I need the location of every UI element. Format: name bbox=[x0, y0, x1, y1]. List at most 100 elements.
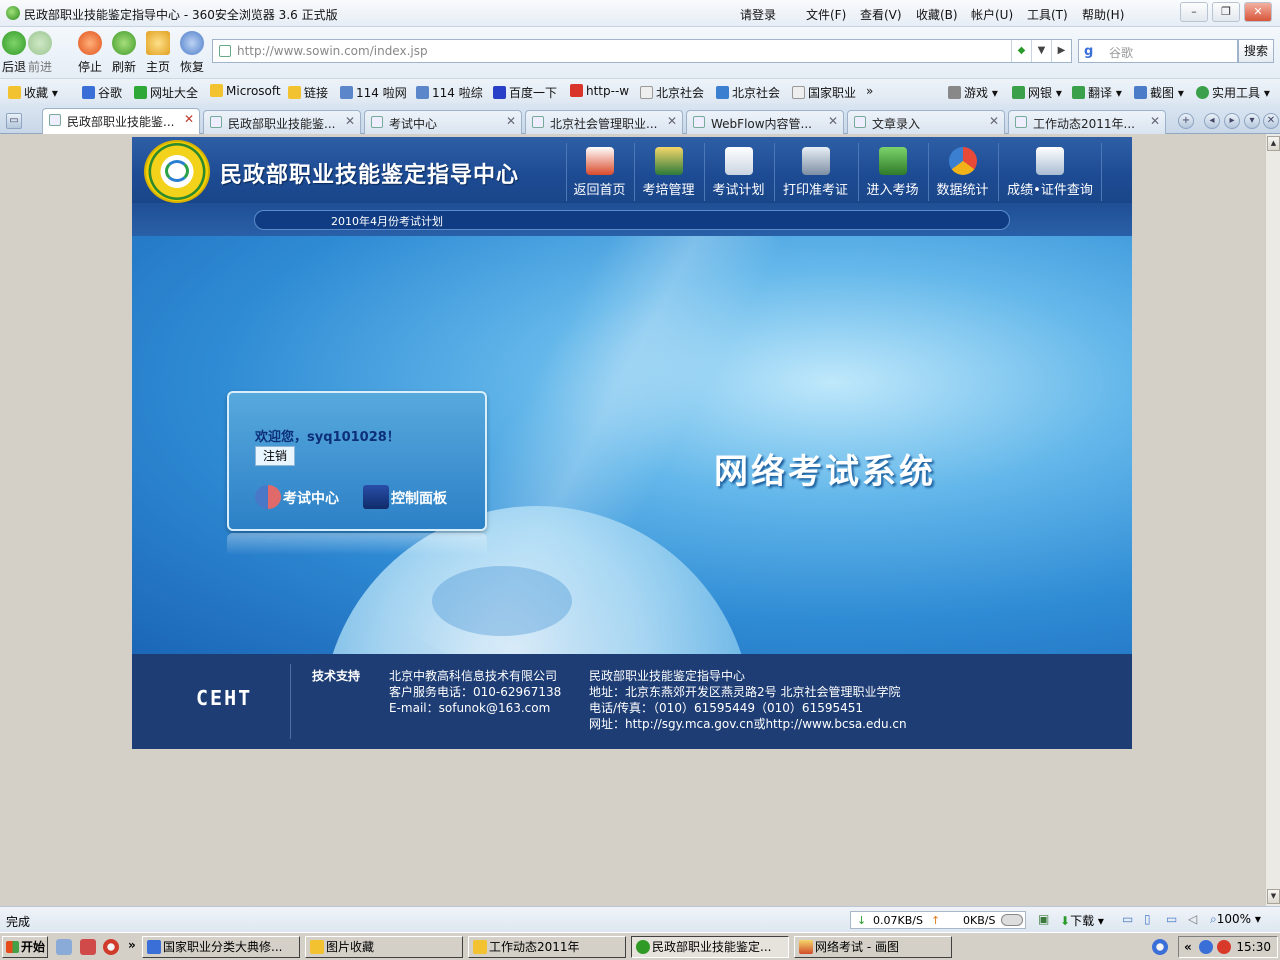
close-all-tabs-icon[interactable]: ✕ bbox=[1263, 113, 1279, 129]
quick-launch-browser-icon[interactable] bbox=[103, 939, 119, 955]
speed-toggle-switch[interactable] bbox=[1001, 914, 1023, 926]
menu-file[interactable]: 文件(F) bbox=[806, 6, 846, 23]
favorites-menu[interactable]: 收藏 ▾ bbox=[8, 84, 58, 101]
fav-google[interactable]: 谷歌 bbox=[82, 84, 122, 101]
refresh-button[interactable]: 刷新 bbox=[112, 31, 136, 75]
nav-data-statistics[interactable]: 数据统计 bbox=[928, 143, 996, 201]
tab-4[interactable]: 北京社会管理职业... ✕ bbox=[525, 110, 683, 134]
fav-baidu[interactable]: 百度一下 bbox=[493, 84, 557, 101]
quick-launch-app-icon[interactable] bbox=[80, 939, 96, 955]
window-status-icon[interactable]: ▭ bbox=[1166, 912, 1177, 926]
fav-beijing-social-2[interactable]: 北京社会 bbox=[716, 84, 780, 101]
control-panel-link[interactable]: 控制面板 bbox=[363, 485, 447, 509]
fav-microsoft[interactable]: Microsoft bbox=[210, 84, 281, 98]
back-button[interactable]: 后退 bbox=[2, 31, 26, 75]
close-tab-icon[interactable]: ✕ bbox=[506, 114, 516, 128]
close-tab-icon[interactable]: ✕ bbox=[989, 114, 999, 128]
copy-status-icon[interactable]: ▯ bbox=[1144, 912, 1151, 926]
security-shield-icon[interactable]: ◆ bbox=[1011, 40, 1031, 62]
menu-favorites[interactable]: 收藏(B) bbox=[916, 6, 958, 23]
scroll-tabs-right-icon[interactable]: ▸ bbox=[1224, 113, 1240, 129]
tool-banking[interactable]: 网银 ▾ bbox=[1012, 84, 1062, 101]
fav-url-directory[interactable]: 网址大全 bbox=[134, 84, 198, 101]
taskbar-item-2[interactable]: 图片收藏 bbox=[305, 936, 463, 958]
search-input[interactable]: 谷歌 bbox=[1109, 44, 1133, 61]
support-email[interactable]: E-mail：sofunok@163.com bbox=[389, 699, 550, 716]
tray-qq-icon[interactable] bbox=[1217, 940, 1231, 954]
fav-links[interactable]: 链接 bbox=[288, 84, 328, 101]
tool-utilities[interactable]: 实用工具 ▾ bbox=[1196, 84, 1270, 101]
close-tab-icon[interactable]: ✕ bbox=[345, 114, 355, 128]
menu-account[interactable]: 帐户(U) bbox=[971, 6, 1013, 23]
taskbar-item-3[interactable]: 工作动态2011年 bbox=[468, 936, 626, 958]
announcement-text[interactable]: 2010年4月份考试计划 bbox=[331, 213, 443, 229]
address-dropdown-icon[interactable]: ▼ bbox=[1031, 40, 1051, 62]
scroll-tabs-left-icon[interactable]: ◂ bbox=[1204, 113, 1220, 129]
tab-3[interactable]: 考试中心 ✕ bbox=[364, 110, 522, 134]
close-window-button[interactable]: ✕ bbox=[1244, 2, 1272, 22]
nav-training-management[interactable]: 考培管理 bbox=[634, 143, 702, 201]
tool-games[interactable]: 游戏 ▾ bbox=[948, 84, 998, 101]
zoom-control[interactable]: ⌕100% ▾ bbox=[1210, 912, 1261, 927]
tray-expand-icon[interactable]: « bbox=[1184, 940, 1192, 954]
close-tab-icon[interactable]: ✕ bbox=[184, 112, 194, 126]
quick-launch-ie-icon[interactable] bbox=[56, 939, 72, 955]
stop-button[interactable]: 停止 bbox=[78, 31, 102, 75]
start-button[interactable]: 开始 bbox=[2, 936, 48, 958]
menu-view[interactable]: 查看(V) bbox=[860, 6, 902, 23]
forward-button[interactable]: 前进 bbox=[28, 31, 52, 75]
taskbar-item-4[interactable]: 民政部职业技能鉴定... bbox=[631, 936, 789, 958]
address-text[interactable]: http://www.sowin.com/index.jsp bbox=[237, 44, 428, 58]
maximize-button[interactable]: ❐ bbox=[1212, 2, 1240, 22]
folder-status-icon[interactable]: ▭ bbox=[1122, 912, 1133, 926]
mute-icon[interactable]: ◁ bbox=[1188, 912, 1197, 926]
search-box[interactable]: g 谷歌 bbox=[1078, 39, 1238, 63]
login-menu[interactable]: 请登录 bbox=[740, 6, 776, 23]
fav-114-web[interactable]: 114 啦网 bbox=[340, 84, 407, 101]
quick-launch-more-icon[interactable]: » bbox=[128, 938, 136, 952]
nav-score-certificate-query[interactable]: 成绩•证件查询 bbox=[998, 143, 1102, 201]
nav-home[interactable]: 返回首页 bbox=[566, 143, 632, 201]
nav-enter-exam-room[interactable]: 进入考场 bbox=[858, 143, 926, 201]
nav-exam-plan[interactable]: 考试计划 bbox=[704, 143, 772, 201]
org-website[interactable]: 网址：http://sgy.mca.gov.cn或http://www.bcsa… bbox=[589, 715, 907, 732]
clock[interactable]: 15:30 bbox=[1236, 940, 1271, 954]
tray-network-icon[interactable] bbox=[1199, 940, 1213, 954]
close-tab-icon[interactable]: ✕ bbox=[667, 114, 677, 128]
tool-translate[interactable]: 翻译 ▾ bbox=[1072, 84, 1122, 101]
scroll-up-icon[interactable]: ▲ bbox=[1267, 136, 1280, 151]
close-tab-icon[interactable]: ✕ bbox=[828, 114, 838, 128]
tray-app-icon[interactable] bbox=[1152, 939, 1168, 955]
tool-screenshot[interactable]: 截图 ▾ bbox=[1134, 84, 1184, 101]
fav-national-vocational[interactable]: 国家职业 bbox=[792, 84, 856, 101]
tab-7[interactable]: 工作动态2011年... ✕ bbox=[1008, 110, 1166, 134]
tab-5[interactable]: WebFlow内容管... ✕ bbox=[686, 110, 844, 134]
nav-print-admission-ticket[interactable]: 打印准考证 bbox=[774, 143, 856, 201]
tab-menu-icon[interactable]: ▾ bbox=[1244, 113, 1260, 129]
tab-list-icon[interactable]: ▭ bbox=[6, 113, 22, 129]
scroll-down-icon[interactable]: ▼ bbox=[1267, 889, 1280, 904]
fav-more-chevron[interactable]: » bbox=[866, 84, 873, 98]
exam-center-link[interactable]: 考试中心 bbox=[255, 485, 339, 509]
home-button[interactable]: 主页 bbox=[146, 31, 170, 75]
search-button[interactable]: 搜索 bbox=[1238, 39, 1274, 63]
page-tools-icon[interactable]: ▣ bbox=[1038, 912, 1049, 926]
fav-beijing-social-1[interactable]: 北京社会 bbox=[640, 84, 704, 101]
go-icon[interactable]: ▶ bbox=[1051, 40, 1071, 62]
tab-2[interactable]: 民政部职业技能鉴... ✕ bbox=[203, 110, 361, 134]
menu-help[interactable]: 帮助(H) bbox=[1082, 6, 1124, 23]
tab-1[interactable]: 民政部职业技能鉴... ✕ bbox=[42, 108, 200, 135]
taskbar-item-1[interactable]: 国家职业分类大典修... bbox=[142, 936, 300, 958]
download-manager[interactable]: ⬇下载 ▾ bbox=[1060, 912, 1104, 929]
taskbar-item-5[interactable]: 网络考试 - 画图 bbox=[794, 936, 952, 958]
close-tab-icon[interactable]: ✕ bbox=[1150, 114, 1160, 128]
minimize-button[interactable]: – bbox=[1180, 2, 1208, 22]
vertical-scrollbar[interactable]: ▲ ▼ bbox=[1265, 134, 1280, 906]
fav-http[interactable]: http--w bbox=[570, 84, 629, 98]
fav-114-general[interactable]: 114 啦综 bbox=[416, 84, 483, 101]
tab-6[interactable]: 文章录入 ✕ bbox=[847, 110, 1005, 134]
new-tab-icon[interactable]: + bbox=[1178, 113, 1194, 129]
restore-button[interactable]: 恢复 bbox=[180, 31, 204, 75]
address-bar[interactable]: http://www.sowin.com/index.jsp ◆ ▼ ▶ bbox=[212, 39, 1072, 63]
menu-tools[interactable]: 工具(T) bbox=[1027, 6, 1068, 23]
